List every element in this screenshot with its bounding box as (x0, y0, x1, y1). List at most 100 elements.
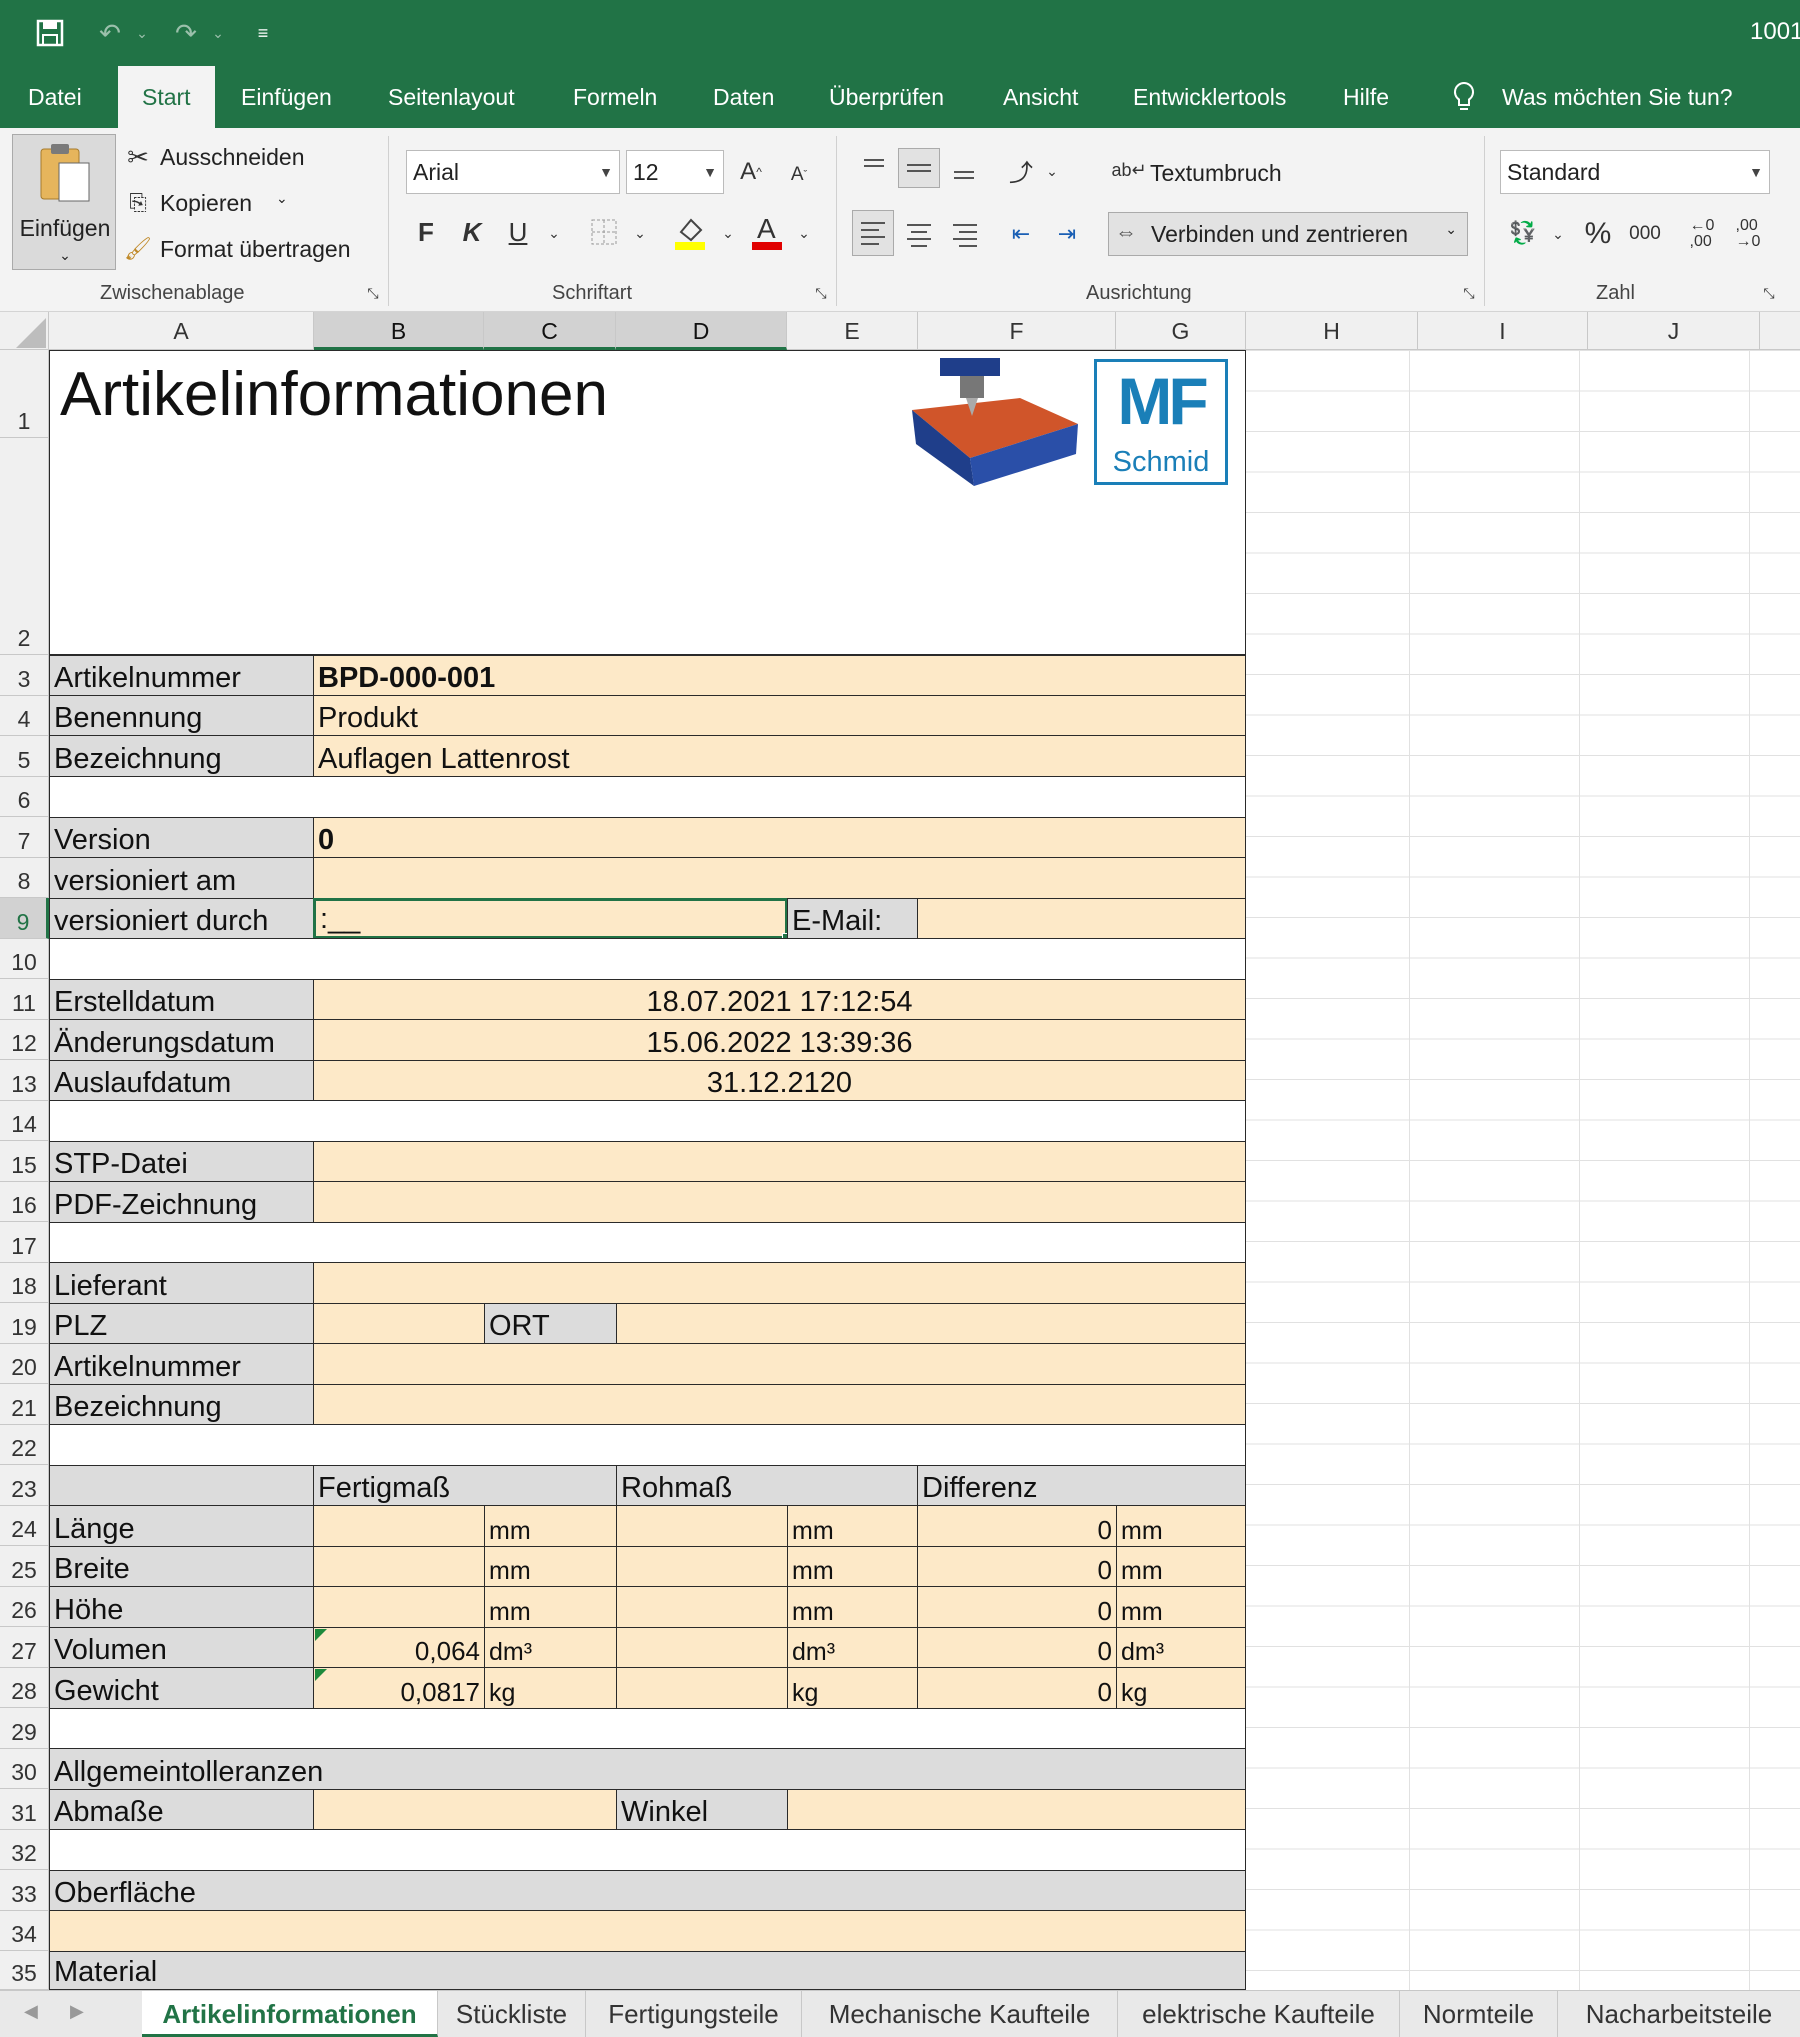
hoehe-diff-unit[interactable]: mm (1116, 1586, 1246, 1628)
sheet-tab-stueckliste[interactable]: Stückliste (438, 1991, 586, 2037)
align-center-icon[interactable] (902, 214, 936, 254)
undo-dropdown-icon[interactable]: ⌄ (134, 16, 150, 50)
row-header-3[interactable]: 3 (0, 655, 49, 696)
row-header-8[interactable]: 8 (0, 857, 49, 898)
borders-icon[interactable] (588, 216, 620, 248)
clipboard-launcher-icon[interactable]: ⤡ (364, 284, 382, 302)
spacer-row-14[interactable] (49, 1100, 1246, 1142)
value-oberflaeche[interactable] (49, 1910, 1246, 1952)
company-logo[interactable]: MF Schmid (1094, 359, 1228, 485)
row-header-13[interactable]: 13 (0, 1060, 49, 1101)
volumen-fertig[interactable]: 0,064 (313, 1627, 485, 1668)
align-left-icon[interactable] (852, 210, 894, 256)
column-header-f[interactable]: F (918, 312, 1116, 350)
label-email[interactable]: E-Mail: (787, 898, 918, 939)
tab-scroll-left-icon[interactable]: ◀ (24, 2001, 38, 2022)
column-header-a[interactable]: A (49, 312, 314, 350)
row-header-33[interactable]: 33 (0, 1870, 49, 1911)
copy-button[interactable]: Kopieren (160, 190, 252, 217)
value-artikelnummer[interactable]: BPD-000-001 (313, 655, 1246, 696)
tab-daten[interactable]: Daten (713, 66, 774, 128)
sheet-tab-elektrische-kaufteile[interactable]: elektrische Kaufteile (1118, 1991, 1400, 2037)
header-differenz[interactable]: Differenz (917, 1465, 1246, 1506)
align-right-icon[interactable] (948, 214, 982, 254)
column-header-d[interactable]: D (616, 312, 787, 350)
breite-fertig[interactable] (313, 1546, 485, 1587)
spacer-row-6[interactable] (49, 776, 1246, 818)
format-painter-button[interactable]: Format übertragen (160, 236, 350, 263)
wrap-text-button[interactable]: Textumbruch (1150, 160, 1282, 187)
row-header-30[interactable]: 30 (0, 1748, 49, 1789)
save-icon[interactable] (30, 16, 70, 50)
thousands-button[interactable]: 000 (1624, 216, 1666, 252)
row-header-35[interactable]: 35 (0, 1951, 49, 1990)
cut-button[interactable]: Ausschneiden (160, 144, 305, 171)
increase-indent-icon[interactable]: ⇥ (1050, 214, 1084, 254)
sheet-tab-artikelinformationen[interactable]: Artikelinformationen (142, 1991, 438, 2037)
align-middle-icon[interactable] (898, 148, 940, 188)
value-plz[interactable] (313, 1303, 485, 1344)
laenge-diff-unit[interactable]: mm (1116, 1505, 1246, 1547)
row-header-11[interactable]: 11 (0, 979, 49, 1020)
row-header-16[interactable]: 16 (0, 1181, 49, 1222)
row-header-12[interactable]: 12 (0, 1019, 49, 1060)
row-header-31[interactable]: 31 (0, 1789, 49, 1830)
label-volumen[interactable]: Volumen (49, 1627, 314, 1668)
currency-icon[interactable]: 💱 (1504, 214, 1542, 252)
label-winkel[interactable]: Winkel (616, 1789, 788, 1830)
dimensions-header-blank[interactable] (49, 1465, 314, 1506)
volumen-roh-unit[interactable]: dm³ (787, 1627, 918, 1668)
label-auslaufdatum[interactable]: Auslaufdatum (49, 1060, 314, 1101)
row-header-2[interactable]: 2 (0, 438, 49, 655)
column-header-j[interactable]: J (1588, 312, 1760, 350)
alignment-launcher-icon[interactable]: ⤡ (1460, 284, 1478, 302)
tab-hilfe[interactable]: Hilfe (1343, 66, 1389, 128)
value-artikelnummer-lieferant[interactable] (313, 1343, 1246, 1385)
copy-dropdown-icon[interactable]: ⌄ (276, 190, 288, 207)
value-erstelldatum[interactable]: 18.07.2021 17:12:54 (313, 979, 1246, 1020)
label-artikelnummer-lieferant[interactable]: Artikelnummer (49, 1343, 314, 1385)
row-header-5[interactable]: 5 (0, 736, 49, 777)
label-artikelnummer[interactable]: Artikelnummer (49, 655, 314, 696)
increase-font-icon[interactable]: A ^ (736, 154, 766, 190)
label-allgemeintoleranzen[interactable]: Allgemeintolleranzen (49, 1748, 1246, 1790)
orientation-dropdown-icon[interactable]: ⌄ (1044, 158, 1060, 184)
column-header-e[interactable]: E (787, 312, 918, 350)
hoehe-diff[interactable]: 0 (917, 1586, 1117, 1628)
borders-dropdown-icon[interactable]: ⌄ (632, 218, 648, 248)
row-header-19[interactable]: 19 (0, 1303, 49, 1344)
tab-ueberpruefen[interactable]: Überprüfen (829, 66, 944, 128)
column-header-c[interactable]: C (484, 312, 616, 350)
spacer-row-17[interactable] (49, 1222, 1246, 1263)
value-lieferant[interactable] (313, 1262, 1246, 1304)
breite-diff-unit[interactable]: mm (1116, 1546, 1246, 1587)
label-pdf-zeichnung[interactable]: PDF-Zeichnung (49, 1181, 314, 1223)
volumen-diff[interactable]: 0 (917, 1627, 1117, 1668)
breite-diff[interactable]: 0 (917, 1546, 1117, 1587)
row-header-22[interactable]: 22 (0, 1424, 49, 1465)
row-header-17[interactable]: 17 (0, 1222, 49, 1263)
redo-dropdown-icon[interactable]: ⌄ (210, 16, 226, 50)
volumen-fertig-unit[interactable]: dm³ (484, 1627, 617, 1668)
header-rohmass[interactable]: Rohmaß (616, 1465, 918, 1506)
tab-ansicht[interactable]: Ansicht (1003, 66, 1078, 128)
decrease-decimal-icon[interactable]: ,00 →0 (1730, 214, 1766, 254)
value-auslaufdatum[interactable]: 31.12.2120 (313, 1060, 1246, 1101)
label-bezeichnung-lieferant[interactable]: Bezeichnung (49, 1384, 314, 1425)
row-header-26[interactable]: 26 (0, 1586, 49, 1627)
breite-roh-unit[interactable]: mm (787, 1546, 918, 1587)
row-header-9[interactable]: 9 (0, 898, 49, 939)
value-abmasse[interactable] (313, 1789, 617, 1830)
row-header-15[interactable]: 15 (0, 1141, 49, 1182)
laenge-roh[interactable] (616, 1505, 788, 1547)
spacer-row-29[interactable] (49, 1708, 1246, 1749)
sheet-tab-fertigungsteile[interactable]: Fertigungsteile (586, 1991, 802, 2037)
label-versioniert-am[interactable]: versioniert am (49, 857, 314, 899)
column-header-g[interactable]: G (1116, 312, 1246, 350)
bold-button[interactable]: F (412, 212, 440, 252)
value-bezeichnung[interactable]: Auflagen Lattenrost (313, 735, 1246, 777)
increase-decimal-icon[interactable]: ←0,00 (1684, 214, 1720, 254)
row-header-10[interactable]: 10 (0, 938, 49, 979)
fill-color-icon[interactable] (672, 212, 708, 252)
label-versioniert-durch[interactable]: versioniert durch (49, 898, 314, 939)
